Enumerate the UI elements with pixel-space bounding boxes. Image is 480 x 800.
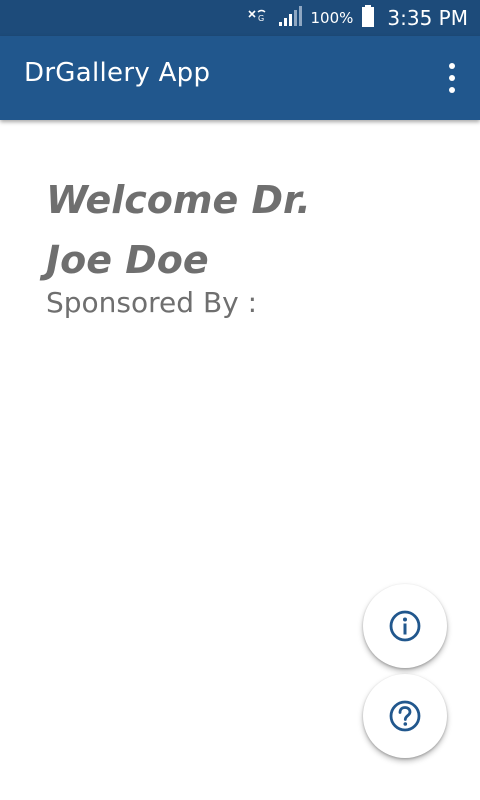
help-icon [389, 700, 421, 732]
help-button[interactable] [363, 674, 447, 758]
sponsored-by-label: Sponsored By : [46, 286, 258, 319]
status-bar: G 100% 3:35 PM [0, 0, 480, 36]
overflow-menu-button[interactable] [444, 63, 460, 93]
status-time: 3:35 PM [387, 6, 468, 30]
welcome-line-2: Joe Doe [46, 238, 209, 282]
signal-icon [277, 4, 303, 32]
app-title: DrGallery App [24, 58, 211, 88]
welcome-line-1: Welcome Dr. [46, 178, 311, 222]
svg-text:G: G [258, 14, 264, 23]
overflow-menu-icon [449, 63, 455, 69]
battery-icon [361, 4, 375, 32]
info-icon [389, 610, 421, 642]
status-icons: G 100% 3:35 PM [247, 0, 468, 36]
app-bar: DrGallery App [0, 36, 480, 120]
info-button[interactable] [363, 584, 447, 668]
battery-percent: 100% [310, 9, 354, 27]
welcome-heading: Welcome Dr. Joe Doe [46, 170, 346, 290]
no-sim-icon: G [247, 8, 269, 28]
screen: G 100% 3:35 PM DrGallery App Welcome Dr.… [0, 0, 480, 800]
